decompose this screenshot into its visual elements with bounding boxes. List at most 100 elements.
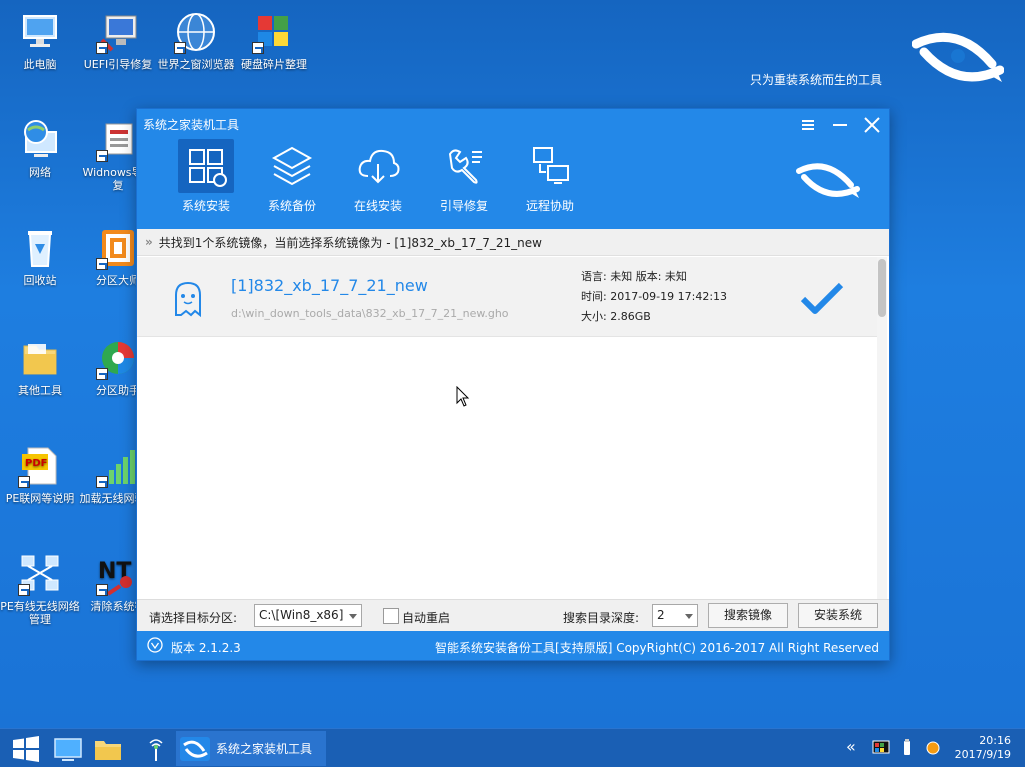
tab-label: 远程协助 <box>525 199 574 213</box>
desktop-icon-this-pc[interactable]: 此电脑 <box>0 10 80 71</box>
clock-date: 2017/9/19 <box>954 748 1011 761</box>
window-controls <box>797 114 883 136</box>
computer-icon <box>18 10 62 54</box>
chevron-down-icon <box>685 614 693 619</box>
tab-remote-assist[interactable]: 远程协助 <box>507 139 593 217</box>
network-manager-icon <box>18 552 62 596</box>
minimize-button[interactable] <box>829 114 851 136</box>
window-logo-icon <box>796 163 860 198</box>
list-scrollbar[interactable] <box>877 257 887 599</box>
tab-system-install[interactable]: 系统安装 <box>163 139 249 217</box>
shortcut-arrow-icon <box>96 258 108 270</box>
desktop-icon-label: 网络 <box>29 166 51 179</box>
auto-reboot-checkbox[interactable] <box>383 608 399 624</box>
pdf-icon: PDF <box>18 444 62 488</box>
image-path: d:\win_down_tools_data\832_xb_17_7_21_ne… <box>231 307 509 320</box>
desktop-icon-label: 回收站 <box>23 274 57 287</box>
image-time: 时间: 2017-09-19 17:42:13 <box>581 290 728 303</box>
taskbar-explorer-button[interactable] <box>92 733 124 765</box>
desktop-icon-label: 其他工具 <box>18 384 62 397</box>
color-display-icon[interactable] <box>872 739 890 757</box>
uefi-repair-icon <box>96 10 140 54</box>
desktop-icon-defrag[interactable]: 硬盘碎片整理 <box>234 10 314 71</box>
desktop-icon-label: 硬盘碎片整理 <box>241 58 307 71</box>
taskbar-network-button[interactable] <box>140 733 172 765</box>
taskbar-desktop-button[interactable] <box>52 733 84 765</box>
install-system-button[interactable]: 安装系统 <box>798 603 878 628</box>
tab-label: 系统安装 <box>181 199 230 213</box>
taskbar-clock[interactable]: 20:16 2017/9/19 <box>955 734 1011 762</box>
monitor-icon <box>54 738 82 761</box>
taskbar-app-installer[interactable]: 系统之家装机工具 <box>176 731 326 766</box>
clock-time: 20:16 <box>979 734 1011 747</box>
wireless-antenna-icon <box>149 739 163 761</box>
desktop-icon-pe-network-guide[interactable]: PDF PE联网等说明 <box>0 444 80 505</box>
remote-icon <box>533 147 569 184</box>
start-button[interactable] <box>10 733 42 765</box>
folder-icon <box>95 741 121 760</box>
partition-master-icon <box>96 226 140 270</box>
taskbar: 系统之家装机工具 « 20:16 2017/9/19 <box>0 728 1025 767</box>
desktop-icon-label: PE有线无线网络管理 <box>0 600 80 626</box>
partition-assistant-icon <box>96 336 140 380</box>
shortcut-arrow-icon <box>252 42 264 54</box>
globe-browser-icon <box>174 10 218 54</box>
image-size: 大小: 2.86GB <box>581 310 651 323</box>
desktop-icon-browser[interactable]: 世界之窗浏览器 <box>156 10 236 71</box>
recycle-bin-icon <box>18 226 62 270</box>
windows-start-icon <box>13 736 39 762</box>
desktop-icon-network[interactable]: 网络 <box>0 118 80 179</box>
scrollbar-thumb[interactable] <box>878 259 886 317</box>
desktop-icon-label: UEFI引导修复 <box>83 58 153 71</box>
minimize-icon <box>833 124 847 126</box>
desktop-icon-label: 此电脑 <box>23 58 57 71</box>
usb-drive-icon[interactable] <box>898 739 916 757</box>
double-chevron-icon: » <box>145 235 153 249</box>
window-title: 系统之家装机工具 <box>143 118 240 132</box>
shortcut-arrow-icon <box>96 150 108 162</box>
menu-icon <box>802 120 814 130</box>
search-depth-select[interactable]: 2 <box>652 604 698 627</box>
search-depth-label: 搜索目录深度: <box>563 611 640 625</box>
partition-value: C:\[Win8_x86] <box>259 608 344 622</box>
close-button[interactable] <box>861 114 883 136</box>
tab-system-backup[interactable]: 系统备份 <box>249 139 335 217</box>
orange-status-icon[interactable] <box>924 739 942 757</box>
cloud-download-icon <box>358 149 400 184</box>
desktop-icon-uefi-repair[interactable]: UEFI引导修复 <box>78 10 158 71</box>
shortcut-arrow-icon <box>96 584 108 596</box>
wrench-icon <box>448 149 482 184</box>
list-item[interactable]: [1]832_xb_17_7_21_new d:\win_down_tools_… <box>137 257 877 337</box>
tab-online-install[interactable]: 在线安装 <box>335 139 421 217</box>
signal-bars-icon <box>96 444 140 488</box>
image-list: [1]832_xb_17_7_21_new d:\win_down_tools_… <box>137 257 889 599</box>
tray-expand-button[interactable]: « <box>846 739 864 757</box>
desktop-icon-other-tools[interactable]: 其他工具 <box>0 336 80 397</box>
desktop-icon-pe-network-manager[interactable]: PE有线无线网络管理 <box>0 552 80 626</box>
partition-select[interactable]: C:\[Win8_x86] <box>254 604 362 627</box>
tab-label: 系统备份 <box>267 199 316 213</box>
status-bar: 版本 2.1.2.3 智能系统安装备份工具[支持原版] CopyRight(C)… <box>137 631 889 660</box>
tab-label: 引导修复 <box>439 199 488 213</box>
system-tray: « <box>846 739 942 757</box>
chevron-down-icon <box>349 614 357 619</box>
menu-button[interactable] <box>797 114 819 136</box>
desktop-icon-recycle-bin[interactable]: 回收站 <box>0 226 80 287</box>
close-icon <box>864 117 880 133</box>
version-check-icon <box>147 637 163 653</box>
mouse-cursor-icon <box>456 386 470 407</box>
main-toolbar: 系统安装 系统备份 在线安装 引导修复 远程协助 <box>163 139 593 217</box>
auto-reboot-label[interactable]: 自动重启 <box>402 609 450 626</box>
image-info-text: 共找到1个系统镜像，当前选择系统镜像为 - [1]832_xb_17_7_21_… <box>158 235 542 250</box>
image-name: [1]832_xb_17_7_21_new <box>231 276 428 295</box>
shortcut-arrow-icon <box>174 42 186 54</box>
tab-boot-repair[interactable]: 引导修复 <box>421 139 507 217</box>
shortcut-arrow-icon <box>18 476 30 488</box>
brand-slogan: 只为重装系统而生的工具 <box>750 73 883 87</box>
windows-icon <box>189 149 227 187</box>
shortcut-arrow-icon <box>96 42 108 54</box>
search-image-button[interactable]: 搜索镜像 <box>708 603 788 628</box>
tab-label: 在线安装 <box>353 199 402 213</box>
network-globe-icon <box>18 118 62 162</box>
windows-repair-icon <box>96 118 140 162</box>
